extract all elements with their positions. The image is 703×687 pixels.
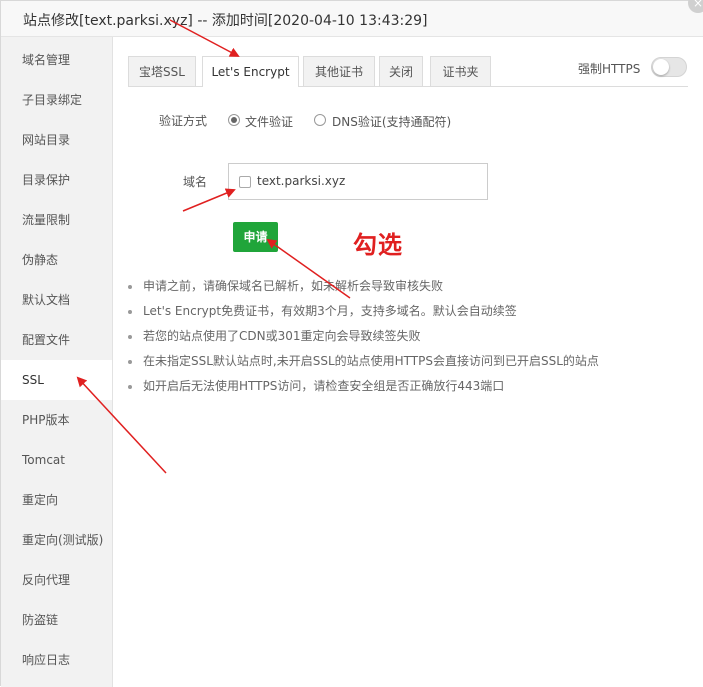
tab-close[interactable]: 关闭: [379, 56, 423, 86]
file-verify-radio[interactable]: [228, 114, 240, 126]
dialog-titlebar: 站点修改[text.parksi.xyz] -- 添加时间[2020-04-10…: [1, 1, 703, 37]
force-https-label: 强制HTTPS: [578, 62, 641, 76]
domain-checkbox[interactable]: [239, 176, 251, 188]
domain-name[interactable]: text.parksi.xyz: [257, 174, 345, 188]
sidebar-item-directory-protection[interactable]: 目录保护: [1, 160, 112, 200]
ssl-panel: 宝塔SSL Let's Encrypt 其他证书 关闭 证书夹 强制HTTPS …: [113, 37, 703, 687]
sidebar-item-reverse-proxy[interactable]: 反向代理: [1, 560, 112, 600]
sidebar-item-site-directory[interactable]: 网站目录: [1, 120, 112, 160]
tab-certificate-folder[interactable]: 证书夹: [430, 56, 491, 86]
dialog-title: 站点修改[text.parksi.xyz] -- 添加时间[2020-04-10…: [23, 13, 428, 29]
sidebar-item-default-document[interactable]: 默认文档: [1, 280, 112, 320]
file-verify-label[interactable]: 文件验证: [245, 113, 293, 130]
tab-baota-ssl[interactable]: 宝塔SSL: [128, 56, 196, 86]
tip-item: 申请之前，请确保域名已解析，如未解析会导致审核失败: [125, 277, 599, 302]
tip-item: 如开启后无法使用HTTPS访问，请检查安全组是否正确放行443端口: [125, 377, 599, 402]
sidebar-item-traffic-limit[interactable]: 流量限制: [1, 200, 112, 240]
toggle-knob: [653, 59, 669, 75]
domain-label: 域名: [183, 175, 208, 189]
sidebar-item-ssl[interactable]: SSL: [1, 360, 112, 400]
tip-item: 若您的站点使用了CDN或301重定向会导致续签失败: [125, 327, 599, 352]
tips-list: 申请之前，请确保域名已解析，如未解析会导致审核失败 Let's Encrypt免…: [125, 277, 599, 402]
sidebar-item-config-file[interactable]: 配置文件: [1, 320, 112, 360]
verify-method-label: 验证方式: [159, 114, 208, 128]
sidebar-item-php-version[interactable]: PHP版本: [1, 400, 112, 440]
sidebar-item-redirect[interactable]: 重定向: [1, 480, 112, 520]
sidebar-item-response-log[interactable]: 响应日志: [1, 640, 112, 680]
force-https-toggle[interactable]: [651, 57, 687, 77]
sidebar: 域名管理 子目录绑定 网站目录 目录保护 流量限制 伪静态 默认文档 配置文件 …: [1, 37, 113, 687]
sidebar-item-domain-management[interactable]: 域名管理: [1, 40, 112, 80]
sidebar-item-subdirectory-binding[interactable]: 子目录绑定: [1, 80, 112, 120]
sidebar-item-redirect-beta[interactable]: 重定向(测试版): [1, 520, 112, 560]
sidebar-item-tomcat[interactable]: Tomcat: [1, 440, 112, 480]
tab-other-certificate[interactable]: 其他证书: [303, 56, 375, 86]
dns-verify-label[interactable]: DNS验证(支持通配符): [332, 113, 451, 130]
annotation-check-hint: 勾选: [353, 231, 403, 259]
tip-item: Let's Encrypt免费证书，有效期3个月，支持多域名。默认会自动续签: [125, 302, 599, 327]
dns-verify-radio[interactable]: [314, 114, 326, 126]
apply-button[interactable]: 申请: [233, 222, 278, 252]
site-settings-dialog: 站点修改[text.parksi.xyz] -- 添加时间[2020-04-10…: [0, 0, 703, 687]
tab-lets-encrypt[interactable]: Let's Encrypt: [202, 56, 299, 87]
sidebar-item-rewrite[interactable]: 伪静态: [1, 240, 112, 280]
tip-item: 在未指定SSL默认站点时,未开启SSL的站点使用HTTPS会直接访问到已开启SS…: [125, 352, 599, 377]
sidebar-item-hotlink-protection[interactable]: 防盗链: [1, 600, 112, 640]
domain-list: text.parksi.xyz: [228, 163, 488, 200]
